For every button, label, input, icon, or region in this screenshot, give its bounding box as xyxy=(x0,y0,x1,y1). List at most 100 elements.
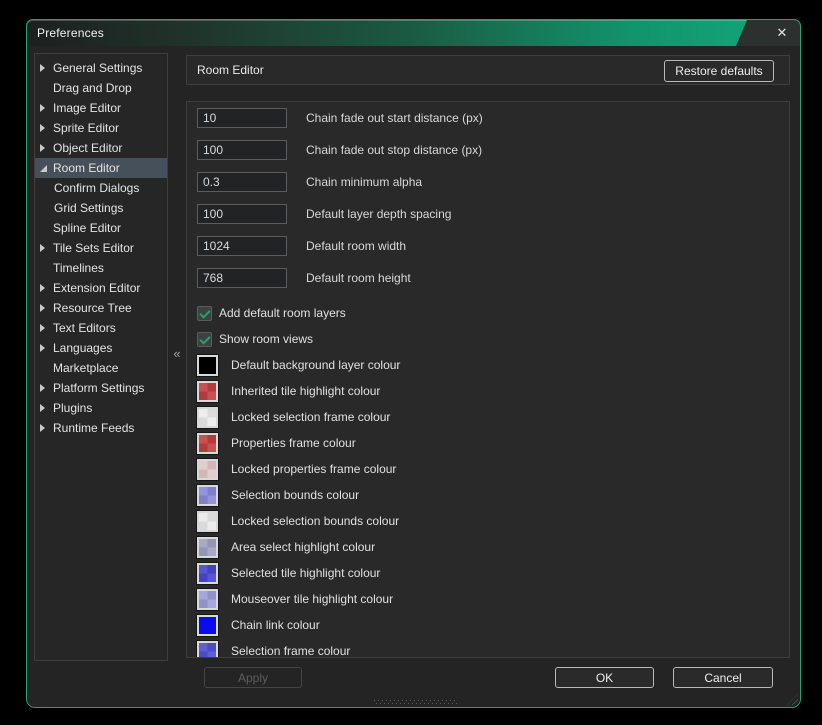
selected-tile-highlight-colour-swatch[interactable] xyxy=(197,563,218,584)
sidebar-item-label: Image Editor xyxy=(53,101,121,115)
sidebar-item-text-editors[interactable]: Text Editors xyxy=(35,318,167,338)
locked-selection-frame-colour-swatch[interactable] xyxy=(197,407,218,428)
preferences-window: Preferences ✕ General Settings Drag and … xyxy=(26,19,801,708)
cancel-button[interactable]: Cancel xyxy=(673,667,773,688)
setting-label: Properties frame colour xyxy=(231,436,356,450)
sidebar-item-languages[interactable]: Languages xyxy=(35,338,167,358)
ok-button[interactable]: OK xyxy=(555,667,654,688)
restore-defaults-button[interactable]: Restore defaults xyxy=(664,60,774,82)
title-bar[interactable]: Preferences ✕ xyxy=(27,20,800,46)
sidebar-item-grid-settings[interactable]: Grid Settings xyxy=(35,198,167,218)
sidebar-item-tile-sets-editor[interactable]: Tile Sets Editor xyxy=(35,238,167,258)
apply-button[interactable]: Apply xyxy=(204,667,302,688)
default-background-layer-colour-swatch[interactable] xyxy=(197,355,218,376)
default-room-height-input[interactable] xyxy=(197,268,287,288)
locked-selection-bounds-colour-swatch[interactable] xyxy=(197,511,218,532)
sidebar-item-drag-and-drop[interactable]: Drag and Drop xyxy=(35,78,167,98)
sidebar-item-confirm-dialogs[interactable]: Confirm Dialogs xyxy=(35,178,167,198)
area-select-highlight-colour-swatch[interactable] xyxy=(197,537,218,558)
window-body: General Settings Drag and Drop Image Edi… xyxy=(27,46,800,707)
setting-label: Selection bounds colour xyxy=(231,488,359,502)
setting-row: Add default room layers xyxy=(197,300,789,326)
setting-row: Selection bounds colour xyxy=(197,482,789,508)
sidebar-item-label: Room Editor xyxy=(53,161,120,175)
sidebar-item-resource-tree[interactable]: Resource Tree xyxy=(35,298,167,318)
setting-label: Chain minimum alpha xyxy=(306,172,422,192)
expand-arrow-icon[interactable] xyxy=(40,423,53,433)
setting-label: Chain link colour xyxy=(231,618,320,632)
expand-arrow-icon[interactable] xyxy=(40,123,53,133)
sidebar-item-runtime-feeds[interactable]: Runtime Feeds xyxy=(35,418,167,438)
sidebar-item-spline-editor[interactable]: Spline Editor xyxy=(35,218,167,238)
setting-label: Selected tile highlight colour xyxy=(231,566,380,580)
inherited-tile-highlight-colour-swatch[interactable] xyxy=(197,381,218,402)
sidebar-item-platform-settings[interactable]: Platform Settings xyxy=(35,378,167,398)
sidebar-item-label: Platform Settings xyxy=(53,381,144,395)
properties-frame-colour-swatch[interactable] xyxy=(197,433,218,454)
locked-properties-frame-colour-swatch[interactable] xyxy=(197,459,218,480)
sidebar-item-timelines[interactable]: Timelines xyxy=(35,258,167,278)
sidebar-item-label: Tile Sets Editor xyxy=(53,241,134,255)
expand-arrow-icon[interactable] xyxy=(40,303,53,313)
setting-row: Mouseover tile highlight colour xyxy=(197,586,789,612)
expand-arrow-icon[interactable] xyxy=(40,63,53,73)
sidebar-item-general-settings[interactable]: General Settings xyxy=(35,58,167,78)
setting-row: Locked selection frame colour xyxy=(197,404,789,430)
add-default-room-layers-checkbox[interactable] xyxy=(197,306,212,321)
chain-minimum-alpha-input[interactable] xyxy=(197,172,287,192)
setting-label: Show room views xyxy=(219,332,313,346)
sidebar-item-room-editor[interactable]: Room Editor xyxy=(35,158,167,178)
collapse-sidebar-icon[interactable]: « xyxy=(169,344,185,362)
page-header: Room Editor Restore defaults xyxy=(186,55,790,85)
close-icon[interactable]: ✕ xyxy=(770,23,794,43)
expand-arrow-icon[interactable] xyxy=(40,383,53,393)
default-room-width-input[interactable] xyxy=(197,236,287,256)
close-notch: ✕ xyxy=(736,20,800,46)
selection-bounds-colour-swatch[interactable] xyxy=(197,485,218,506)
sidebar-item-label: Spline Editor xyxy=(53,221,121,235)
room-editor-settings-panel: Chain fade out start distance (px) Chain… xyxy=(186,101,790,658)
sidebar-item-marketplace[interactable]: Marketplace xyxy=(35,358,167,378)
sidebar-item-image-editor[interactable]: Image Editor xyxy=(35,98,167,118)
setting-row: Chain link colour xyxy=(197,612,789,638)
expand-arrow-icon[interactable] xyxy=(40,143,53,153)
sidebar-item-sprite-editor[interactable]: Sprite Editor xyxy=(35,118,167,138)
setting-label: Locked selection bounds colour xyxy=(231,514,399,528)
setting-label: Default room width xyxy=(306,236,406,256)
setting-row: Chain minimum alpha xyxy=(197,172,789,204)
bottom-drag-grip[interactable] xyxy=(374,700,458,704)
expand-arrow-icon[interactable] xyxy=(40,243,53,253)
mouseover-tile-highlight-colour-swatch[interactable] xyxy=(197,589,218,610)
setting-row: Selection frame colour xyxy=(197,638,789,658)
resize-grip-icon[interactable] xyxy=(787,694,798,705)
sidebar-item-label: Grid Settings xyxy=(54,201,123,215)
setting-label: Chain fade out start distance (px) xyxy=(306,108,483,128)
sidebar-item-label: Plugins xyxy=(53,401,92,415)
settings-tree: General Settings Drag and Drop Image Edi… xyxy=(34,53,168,661)
sidebar-item-extension-editor[interactable]: Extension Editor xyxy=(35,278,167,298)
selection-frame-colour-swatch[interactable] xyxy=(197,641,218,659)
sidebar-item-label: Sprite Editor xyxy=(53,121,119,135)
sidebar-item-label: Object Editor xyxy=(53,141,122,155)
sidebar-item-label: Confirm Dialogs xyxy=(54,181,139,195)
chain-link-colour-swatch[interactable] xyxy=(197,615,218,636)
setting-row: Area select highlight colour xyxy=(197,534,789,560)
sidebar-item-object-editor[interactable]: Object Editor xyxy=(35,138,167,158)
setting-label: Mouseover tile highlight colour xyxy=(231,592,393,606)
sidebar-item-label: General Settings xyxy=(53,61,142,75)
expand-arrow-icon[interactable] xyxy=(40,403,53,413)
sidebar-item-label: Drag and Drop xyxy=(53,81,132,95)
expand-arrow-icon[interactable] xyxy=(40,103,53,113)
expand-arrow-icon[interactable] xyxy=(40,283,53,293)
sidebar-item-plugins[interactable]: Plugins xyxy=(35,398,167,418)
expand-arrow-icon[interactable] xyxy=(40,323,53,333)
setting-row: Selected tile highlight colour xyxy=(197,560,789,586)
collapse-arrow-icon[interactable] xyxy=(40,163,53,173)
setting-row: Properties frame colour xyxy=(197,430,789,456)
expand-arrow-icon[interactable] xyxy=(40,343,53,353)
chain-fade-out-stop-input[interactable] xyxy=(197,140,287,160)
checkmark-icon xyxy=(199,307,210,318)
default-layer-depth-spacing-input[interactable] xyxy=(197,204,287,224)
show-room-views-checkbox[interactable] xyxy=(197,332,212,347)
chain-fade-out-start-input[interactable] xyxy=(197,108,287,128)
